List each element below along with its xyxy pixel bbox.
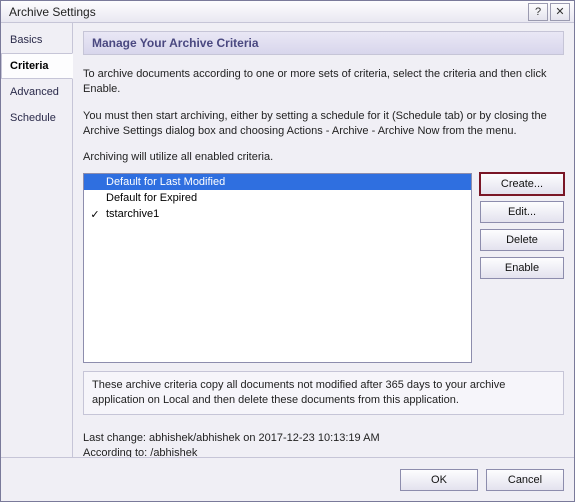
tab-strip: Basics Criteria Advanced Schedule (1, 23, 73, 457)
enable-button[interactable]: Enable (480, 257, 564, 279)
archive-settings-dialog: Archive Settings ? ✕ Basics Criteria Adv… (0, 0, 575, 502)
help-button[interactable]: ? (528, 3, 548, 21)
ok-button[interactable]: OK (400, 469, 478, 491)
cancel-button[interactable]: Cancel (486, 469, 564, 491)
create-button[interactable]: Create... (480, 173, 564, 195)
list-item[interactable]: ✓ tstarchive1 (84, 206, 471, 222)
meta-block: Last change: abhishek/abhishek on 2017-1… (83, 429, 564, 457)
criteria-listbox[interactable]: Default for Last Modified Default for Ex… (83, 173, 472, 363)
window-title: Archive Settings (9, 5, 96, 19)
button-label: OK (431, 474, 447, 486)
close-button[interactable]: ✕ (550, 3, 570, 21)
according-to-text: According to: /abhishek (83, 447, 564, 457)
criteria-buttons: Create... Edit... Delete Enable (480, 173, 564, 363)
dialog-body: Basics Criteria Advanced Schedule Manage… (1, 23, 574, 457)
list-item-label: Default for Last Modified (102, 176, 469, 188)
button-label: Edit... (508, 206, 536, 218)
tab-advanced[interactable]: Advanced (1, 79, 72, 105)
tab-label: Criteria (10, 60, 49, 72)
tab-schedule[interactable]: Schedule (1, 105, 72, 131)
tab-label: Basics (10, 34, 42, 46)
list-item[interactable]: Default for Last Modified (84, 174, 471, 190)
button-label: Cancel (508, 474, 542, 486)
close-icon: ✕ (555, 5, 564, 18)
intro-text-2: You must then start archiving, either by… (83, 109, 564, 139)
tab-criteria[interactable]: Criteria (1, 53, 73, 79)
tab-label: Schedule (10, 112, 56, 124)
titlebar: Archive Settings ? ✕ (1, 1, 574, 23)
tab-basics[interactable]: Basics (1, 27, 72, 53)
dialog-footer: OK Cancel (1, 457, 574, 501)
button-label: Delete (506, 234, 538, 246)
criteria-panel: Manage Your Archive Criteria To archive … (73, 23, 574, 457)
list-item-label: Default for Expired (102, 192, 469, 204)
help-icon: ? (535, 6, 541, 18)
check-icon: ✓ (88, 208, 102, 221)
panel-heading: Manage Your Archive Criteria (83, 31, 564, 55)
list-item[interactable]: Default for Expired (84, 190, 471, 206)
criteria-row: Default for Last Modified Default for Ex… (83, 173, 564, 363)
intro-text-1: To archive documents according to one or… (83, 67, 564, 97)
delete-button[interactable]: Delete (480, 229, 564, 251)
last-change-text: Last change: abhishek/abhishek on 2017-1… (83, 432, 564, 444)
button-label: Create... (501, 178, 543, 190)
list-item-label: tstarchive1 (102, 208, 469, 220)
edit-button[interactable]: Edit... (480, 201, 564, 223)
button-label: Enable (505, 262, 539, 274)
tab-label: Advanced (10, 86, 59, 98)
intro-text-3: Archiving will utilize all enabled crite… (83, 150, 564, 165)
criteria-description: These archive criteria copy all document… (83, 371, 564, 415)
